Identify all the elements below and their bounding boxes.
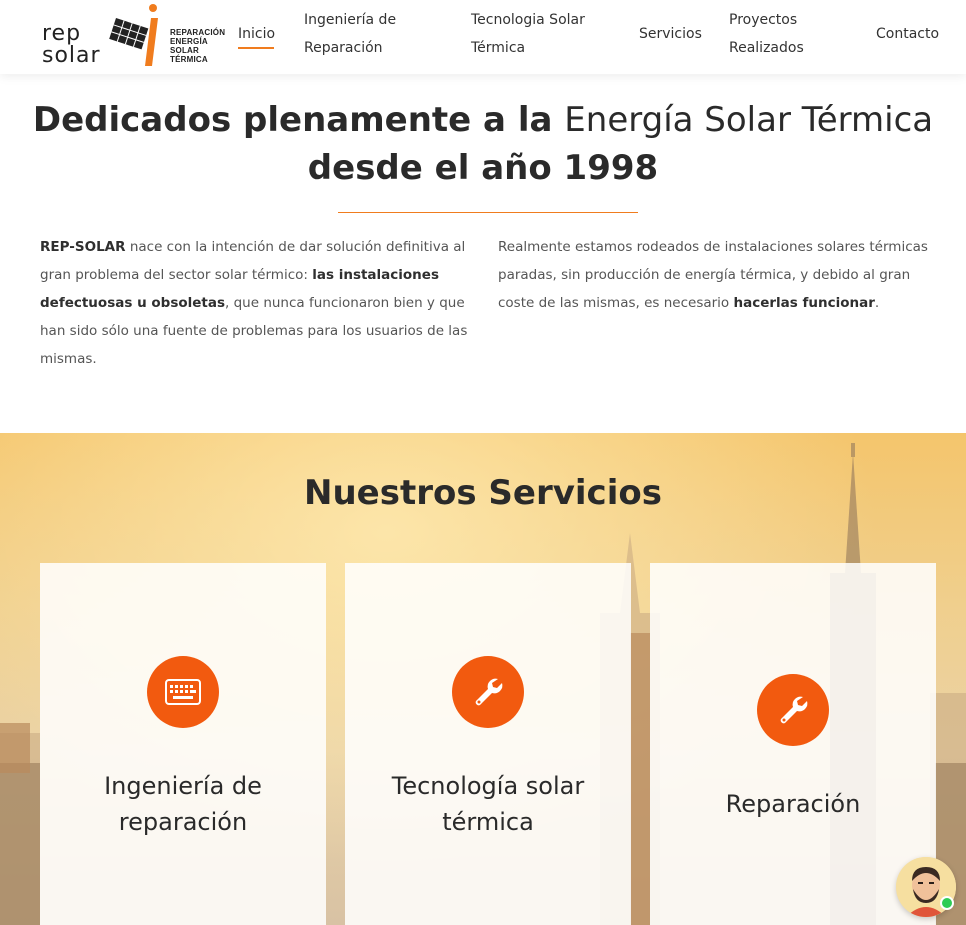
nav-item-tecnologia[interactable]: Tecnologia Solar Térmica [471, 6, 585, 62]
service-card-title: Tecnología solar térmica [391, 772, 585, 836]
wrench-icon [780, 696, 808, 724]
nav-item-inicio[interactable]: Inicio [238, 20, 275, 48]
service-icon-circle [757, 674, 829, 746]
nav-active-indicator [238, 47, 274, 49]
nav-item-ingenieria[interactable]: Ingeniería de Reparación [304, 6, 396, 62]
intro-paragraph-left: REP-SOLAR nace con la intención de dar s… [40, 239, 468, 367]
services-section: Nuestros Servicios Ingeniería de reparac… [0, 433, 966, 925]
wrench-icon [475, 678, 503, 706]
nav-item-proyectos[interactable]: Proyectos Realizados [729, 6, 804, 62]
online-status-indicator [940, 896, 954, 910]
svg-text:solar: solar [42, 43, 101, 68]
intro-paragraph-right: Realmente estamos rodeados de instalacio… [498, 239, 928, 311]
service-card-reparacion[interactable]: Reparación [650, 563, 936, 925]
nav-item-servicios[interactable]: Servicios [639, 20, 702, 48]
nav-item-contacto[interactable]: Contacto [876, 20, 939, 48]
service-card-title: Reparación [725, 790, 861, 818]
service-card-title: Ingeniería de reparación [104, 772, 262, 836]
logo[interactable]: rep solar REPARACIÓN ENERGÍA SOLAR TÉRMI… [40, 0, 225, 72]
site-header: rep solar REPARACIÓN ENERGÍA SOLAR TÉRMI… [0, 0, 966, 74]
service-icon-circle [147, 656, 219, 728]
service-icon-circle [452, 656, 524, 728]
hero-divider [338, 212, 638, 213]
services-title: Nuestros Servicios [304, 473, 662, 513]
keyboard-icon [165, 679, 201, 705]
hero-title: Dedicados plenamente a la Energía Solar … [32, 100, 934, 188]
logo-subtitle: REPARACIÓN ENERGÍA SOLAR TÉRMICA [170, 28, 226, 64]
service-card-ingenieria[interactable]: Ingeniería de reparación [40, 563, 326, 925]
service-card-tecnologia[interactable]: Tecnología solar térmica [345, 563, 631, 925]
